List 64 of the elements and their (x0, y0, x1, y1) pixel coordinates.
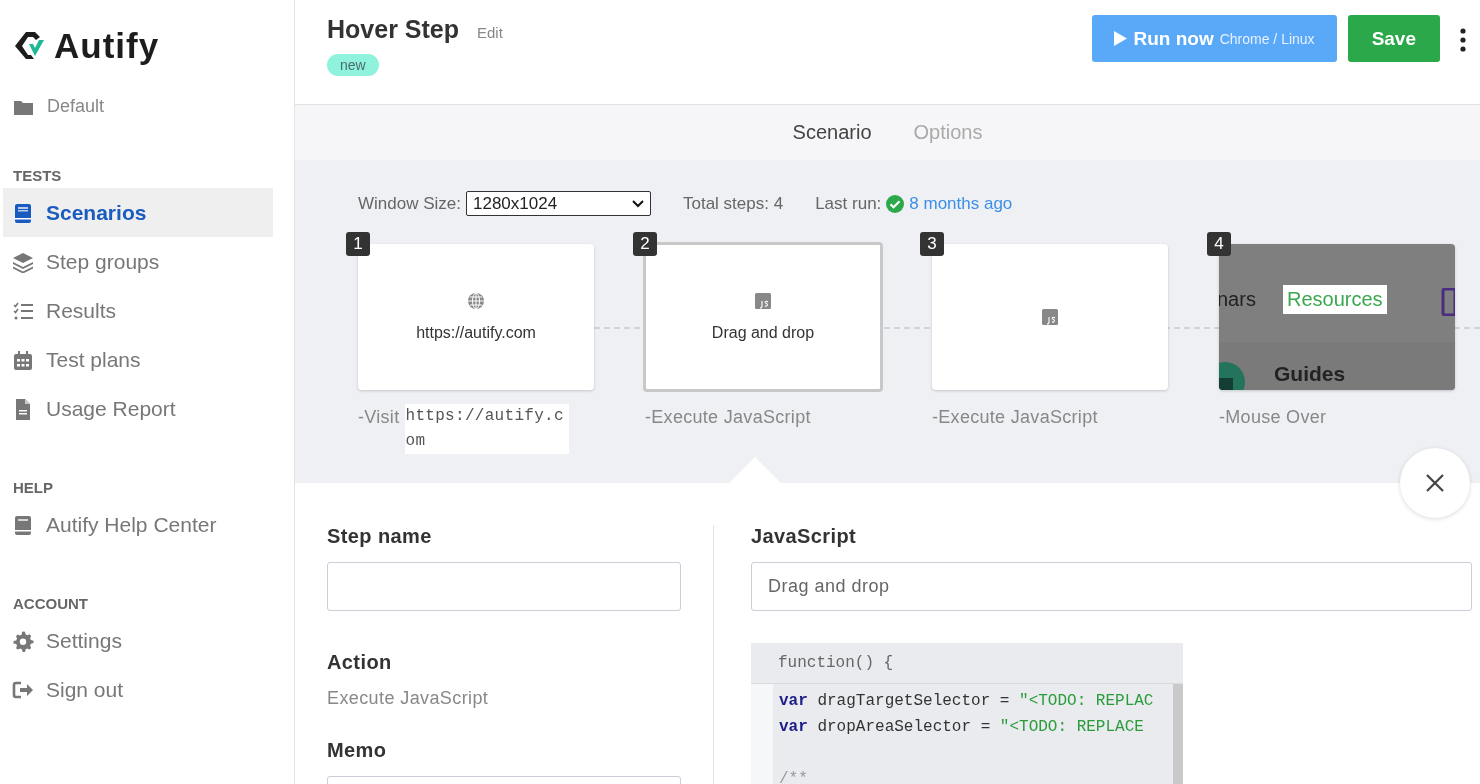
total-steps: Total steps: 4 (683, 193, 784, 214)
sidebar-item[interactable]: Sign out (3, 665, 273, 714)
step-caption: -Execute JavaScript (645, 406, 812, 429)
action-value: Execute JavaScript (327, 688, 490, 709)
step-number: 4 (1207, 232, 1231, 256)
field-label: Action (327, 651, 393, 674)
globe-icon (467, 292, 485, 310)
script-file-icon (1041, 308, 1059, 326)
step-name-field[interactable] (327, 562, 681, 611)
field-label: JavaScript (751, 525, 858, 548)
folder-icon (14, 98, 33, 115)
sidebar-item[interactable]: Results (3, 286, 273, 335)
play-icon (1114, 31, 1128, 46)
phone-icon (1441, 288, 1455, 316)
url-code: https://autify.com (405, 404, 570, 454)
code-line: var dragTargetSelector = "<TODO: REPLAC (779, 691, 1155, 712)
logo-text: Autify (54, 26, 160, 66)
section-heading: Guides (1274, 362, 1346, 386)
step-title: https://autify.com (416, 324, 536, 342)
sidebar-item[interactable]: Scenarios (3, 188, 273, 237)
step-caption: -Visit (358, 406, 400, 429)
section-title: HELP (13, 479, 54, 496)
last-run-link[interactable]: 8 months ago (909, 193, 1013, 214)
section-title: ACCOUNT (13, 595, 89, 612)
close-button[interactable] (1400, 448, 1470, 518)
window-size-label: Window Size: (358, 193, 461, 214)
sidebar-item[interactable]: Test plans (3, 335, 273, 384)
code-line: /** (779, 769, 809, 784)
code-editor[interactable]: function() { var dragTargetSelector = "<TODO: REPLAC var dropAreaSelector = "<TODO: REPLACE /** (751, 643, 1183, 784)
tab[interactable]: Scenario (792, 121, 872, 144)
code-line: function() { (778, 654, 894, 672)
step-number: 1 (346, 232, 370, 256)
save-button[interactable]: Save (1347, 15, 1440, 62)
menu-item: nars (1219, 288, 1256, 311)
sidebar-item[interactable]: Step groups (3, 237, 273, 286)
step-caption: -Execute JavaScript (932, 406, 1099, 429)
sidebar-item[interactable]: Autify Help Center (3, 500, 273, 549)
close-icon (1425, 473, 1445, 493)
sidebar-item[interactable]: Settings (3, 616, 273, 665)
layers-icon (12, 250, 34, 273)
field-label: Memo (327, 739, 388, 762)
step-number: 3 (920, 232, 944, 256)
last-run-label: Last run: (815, 193, 882, 214)
window-size-select[interactable]: 1280x1024 (466, 191, 651, 216)
step-number: 2 (633, 232, 657, 256)
chevron-down-icon (632, 199, 644, 208)
success-icon (886, 194, 905, 213)
page-title: Hover Step (327, 15, 459, 44)
folder-label[interactable]: Default (47, 96, 105, 117)
settings-icon (12, 629, 34, 652)
calendar-icon (12, 348, 34, 371)
step-title: Drag and drop (711, 324, 815, 342)
more-menu-icon[interactable] (1458, 27, 1468, 53)
field-label: Step name (327, 525, 433, 548)
sidebar-item[interactable]: Usage Report (3, 384, 273, 433)
script-file-icon (754, 292, 772, 310)
edit-link[interactable]: Edit (477, 24, 503, 41)
status-badge: new (327, 54, 379, 76)
run-now-button[interactable]: Run now Chrome / Linux (1092, 15, 1337, 62)
script-name-field[interactable]: Drag and drop (751, 562, 1472, 611)
step-caption: -Mouse Over (1219, 406, 1328, 429)
section-title: TESTS (13, 167, 63, 184)
menu-item: Resources (1283, 285, 1387, 314)
code-line: var dropAreaSelector = "<TODO: REPLACE (779, 717, 1145, 738)
